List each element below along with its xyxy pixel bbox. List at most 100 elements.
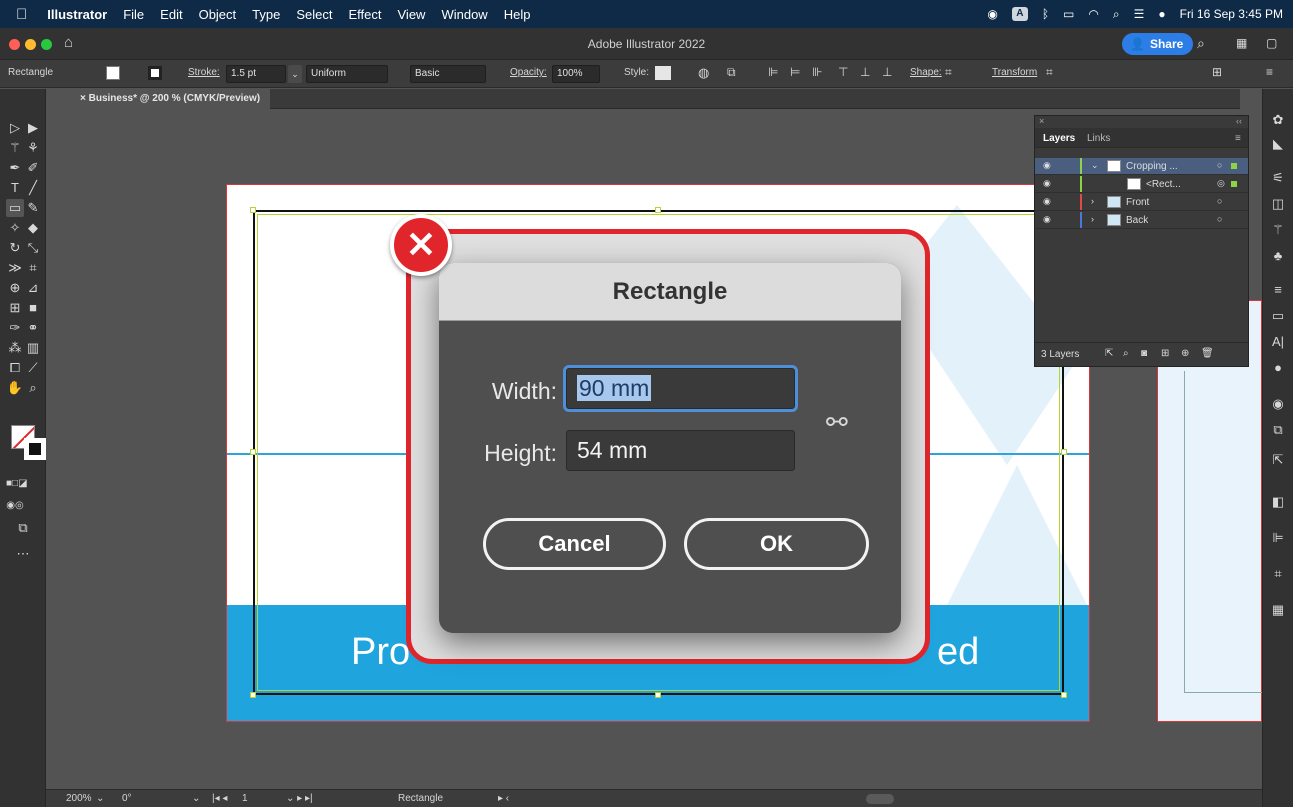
status-menu-icon[interactable]: ▸ ‹ <box>498 793 509 804</box>
eraser-tool-icon[interactable]: ◆ <box>24 219 42 237</box>
width-tool-icon[interactable]: ≫ <box>6 259 24 277</box>
stroke-weight-field[interactable]: 1.5 pt <box>226 65 286 83</box>
menu-window[interactable]: Window <box>433 7 495 22</box>
stroke-label[interactable]: Stroke: <box>188 67 220 78</box>
control-center-icon[interactable]: ☰ <box>1134 7 1145 21</box>
align-panel-icon[interactable]: ⊫ <box>1269 529 1287 547</box>
expand-chevron-down-icon[interactable]: ⌄ <box>1091 160 1099 171</box>
menu-file[interactable]: File <box>115 7 152 22</box>
height-field[interactable]: 54 mm <box>566 430 795 471</box>
visibility-eye-icon[interactable]: ◉ <box>1043 160 1051 171</box>
libraries-icon[interactable]: ◫ <box>1269 195 1287 213</box>
type-tool-icon[interactable]: T <box>6 179 24 197</box>
expand-chevron-right-icon[interactable]: › <box>1091 196 1094 206</box>
drawing-modes-icon[interactable]: ◉◎ <box>6 497 24 515</box>
apple-menu-icon[interactable]:  <box>0 6 39 23</box>
screen-mode-icon[interactable]: ⧉ <box>14 519 32 537</box>
rotation-dropdown-icon[interactable]: ⌄ <box>192 793 200 804</box>
layer-name[interactable]: Back <box>1126 215 1148 226</box>
direct-selection-tool-icon[interactable]: ▶ <box>24 119 42 137</box>
transform-label[interactable]: Transform <box>992 67 1037 78</box>
screen-recording-icon[interactable]: ◉ <box>987 7 997 21</box>
share-button[interactable]: 👤 Share <box>1122 33 1194 55</box>
input-source-icon[interactable]: A <box>1011 7 1028 21</box>
color-guide-icon[interactable]: ✿ <box>1269 111 1287 129</box>
visibility-eye-icon[interactable]: ◉ <box>1043 178 1051 189</box>
tab-close-icon[interactable]: × <box>80 93 86 104</box>
zoom-tool-icon[interactable]: ⌕ <box>24 379 42 397</box>
align-middle-icon[interactable]: ⊥ <box>860 65 870 79</box>
opacity-field[interactable]: 100% <box>552 65 600 83</box>
cancel-button[interactable]: Cancel <box>483 518 666 570</box>
export-icon[interactable]: ⇱ <box>1105 348 1113 359</box>
fill-swatch[interactable] <box>106 66 120 80</box>
pathfinder-icon[interactable]: ◧ <box>1269 493 1287 511</box>
properties-icon[interactable]: ⚟ <box>1269 169 1287 187</box>
align-top-icon[interactable]: ⊤ <box>838 65 848 79</box>
character-panel-icon[interactable]: A| <box>1269 333 1287 351</box>
tab-links[interactable]: Links <box>1087 133 1110 144</box>
spotlight-search-icon[interactable]: ⌕ <box>1113 7 1120 22</box>
navigator-icon[interactable]: ◣ <box>1269 135 1287 153</box>
transparency-icon[interactable]: ◉ <box>1269 395 1287 413</box>
artboard-tool-icon[interactable]: ⧠ <box>6 359 24 377</box>
target-circle-icon[interactable]: ○ <box>1217 196 1222 206</box>
panel-close-icon[interactable]: × <box>1039 116 1044 126</box>
edit-toolbar-icon[interactable]: ⋯ <box>14 545 32 563</box>
column-graph-tool-icon[interactable]: ▥ <box>24 339 42 357</box>
zoom-level[interactable]: 200% <box>66 793 92 804</box>
new-layer-icon[interactable]: ⊕ <box>1181 348 1189 359</box>
previous-artboard-icon[interactable]: |◂ ◂ <box>212 793 227 804</box>
tab-layers[interactable]: Layers <box>1043 133 1075 144</box>
artboards-panel-icon[interactable]: ⧉ <box>1269 421 1287 439</box>
resize-handle[interactable] <box>250 207 256 213</box>
panel-menu-icon[interactable]: ≡ <box>1266 65 1273 79</box>
horizontal-scrollbar-thumb[interactable] <box>866 794 894 804</box>
panel-collapse-icon[interactable]: ‹‹ <box>1236 116 1242 126</box>
align-to-icon[interactable]: ⧉ <box>727 65 736 80</box>
slice-tool-icon[interactable]: ⟋ <box>24 359 42 377</box>
menubar-clock[interactable]: Fri 16 Sep 3:45 PM <box>1180 7 1283 21</box>
width-field[interactable]: 90 mm <box>563 365 798 412</box>
artboard-number[interactable]: 1 <box>242 793 248 804</box>
layer-name[interactable]: Cropping ... <box>1126 161 1178 172</box>
align-left-icon[interactable]: ⊫ <box>768 65 778 79</box>
gradient-tool-icon[interactable]: ■ <box>24 299 42 317</box>
locate-object-icon[interactable]: ⌕ <box>1123 348 1129 359</box>
opacity-label[interactable]: Opacity: <box>510 67 547 78</box>
transform-panel-icon[interactable]: ⌗ <box>1269 565 1287 583</box>
visibility-eye-icon[interactable]: ◉ <box>1043 196 1051 207</box>
search-icon[interactable]: ⌕ <box>1197 35 1205 52</box>
resize-handle[interactable] <box>1061 692 1067 698</box>
layer-row-back[interactable]: ◉ › Back ○ <box>1035 212 1248 229</box>
stroke-swatch[interactable] <box>148 66 162 80</box>
bluetooth-icon[interactable]: ᛒ <box>1042 7 1049 21</box>
stroke-weight-dropdown[interactable]: ⌄ <box>288 65 302 83</box>
target-circle-icon[interactable]: ◎ <box>1217 178 1225 189</box>
target-circle-icon[interactable]: ○ <box>1217 214 1222 224</box>
delete-layer-icon[interactable]: 🗑 <box>1201 348 1214 359</box>
expand-chevron-right-icon[interactable]: › <box>1091 214 1094 224</box>
variable-width-profile[interactable]: Uniform <box>306 65 388 83</box>
menu-type[interactable]: Type <box>244 7 288 22</box>
shaper-tool-icon[interactable]: ✧ <box>6 219 24 237</box>
resize-handle[interactable] <box>655 692 661 698</box>
arrange-documents-icon[interactable]: ▢ <box>1266 36 1277 50</box>
transform-icon[interactable]: ⌗ <box>1046 65 1053 80</box>
gradient-panel-icon[interactable]: ▭ <box>1269 307 1287 325</box>
perspective-grid-tool-icon[interactable]: ⊿ <box>24 279 42 297</box>
clipping-mask-icon[interactable]: ◙ <box>1141 348 1147 359</box>
menu-object[interactable]: Object <box>191 7 245 22</box>
hand-tool-icon[interactable]: ✋ <box>6 379 24 397</box>
menu-view[interactable]: View <box>390 7 434 22</box>
brush-definition[interactable]: Basic <box>410 65 486 83</box>
scale-tool-icon[interactable]: ⤡ <box>24 239 42 257</box>
stroke-color-swatch[interactable] <box>24 438 46 460</box>
appearance-icon[interactable]: ● <box>1269 359 1287 377</box>
mesh-tool-icon[interactable]: ⊞ <box>6 299 24 317</box>
battery-icon[interactable]: ▭ <box>1063 7 1074 21</box>
symbols-icon[interactable]: ♣ <box>1269 247 1287 265</box>
align-bottom-icon[interactable]: ⊥ <box>882 65 892 79</box>
graphic-style-swatch[interactable] <box>655 66 671 80</box>
pen-tool-icon[interactable]: ✒ <box>6 159 24 177</box>
